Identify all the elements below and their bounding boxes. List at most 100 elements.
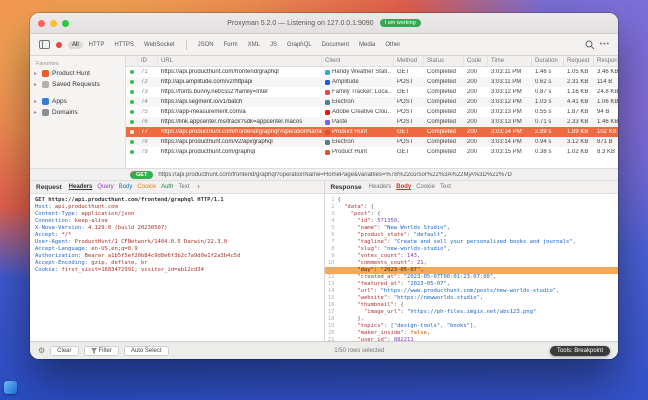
request-header-line: Content-Type: application/json xyxy=(35,211,319,218)
add-tab-icon[interactable]: + xyxy=(196,184,200,191)
chevron-right-icon: ▸ xyxy=(34,109,39,116)
request-tab-query[interactable]: Query xyxy=(97,184,113,190)
filter-button[interactable]: Filter xyxy=(84,346,119,356)
chevron-right-icon: ▸ xyxy=(34,81,39,88)
sidebar-item-domains[interactable]: ▸Domains xyxy=(30,107,125,118)
filter-chip-graphql[interactable]: GraphQL xyxy=(283,41,316,49)
minimize-button[interactable] xyxy=(50,20,57,27)
filter-chip-websocket[interactable]: WebSocket xyxy=(140,41,179,49)
sidebar-item-saved-requests[interactable]: ▸Saved Requests xyxy=(30,79,125,90)
filter-chip-other[interactable]: Other xyxy=(381,41,404,49)
response-json-line: 20 "maker_inside": false, xyxy=(325,330,619,337)
column-header-client[interactable]: Client xyxy=(322,56,394,66)
response-tab-body[interactable]: Body xyxy=(396,184,411,190)
request-tab-body[interactable]: Body xyxy=(119,184,133,190)
table-row[interactable]: 72http://api.amplitude.com/v2/httpapiAmp… xyxy=(126,77,618,87)
json-token: "product_state" xyxy=(357,232,407,238)
filter-chip-media[interactable]: Media xyxy=(355,41,379,49)
client-app-icon xyxy=(325,80,330,85)
column-header-request[interactable]: Request xyxy=(564,56,594,66)
search-icon[interactable] xyxy=(584,40,596,50)
filter-chip-json[interactable]: JSON xyxy=(194,41,218,49)
response-tab-cookie[interactable]: Cookie xyxy=(416,184,435,190)
filter-chip-js[interactable]: JS xyxy=(266,41,281,49)
filter-chip-document[interactable]: Document xyxy=(318,41,353,49)
tools-badge[interactable]: Tools: Breakpoint xyxy=(550,346,610,356)
column-header-url[interactable]: URL xyxy=(158,56,322,66)
column-header-method[interactable]: Method xyxy=(394,56,424,66)
cell-time: 3:03:12 PM xyxy=(488,89,532,95)
filter-button-label: Filter xyxy=(99,348,112,354)
client-app-icon xyxy=(325,110,330,115)
table-row[interactable]: 71https://api.producthunt.com/frontend/g… xyxy=(126,67,618,77)
cell-status-dot xyxy=(126,110,138,114)
table-header: IDURLClientMethodStatusCodeTimeDurationR… xyxy=(126,56,618,67)
filter-chip-all[interactable]: All xyxy=(68,41,83,49)
close-button[interactable] xyxy=(38,20,45,27)
titlebar: Proxyman 5.2.0 — Listening on 127.0.0.1:… xyxy=(30,13,618,34)
cell-request: 1.16 KB xyxy=(564,89,594,95)
request-pane-header: Request HeadersQueryBodyCookieAuthText + xyxy=(30,181,324,194)
response-tab-headers[interactable]: Headers xyxy=(369,184,392,190)
column-header-time[interactable]: Time xyxy=(488,56,532,66)
header-key: Cookie: xyxy=(35,267,62,273)
settings-gear-icon[interactable]: ⚙ xyxy=(38,347,45,355)
request-tab-auth[interactable]: Auth xyxy=(161,184,173,190)
request-header-line: Connection: keep-alive xyxy=(35,218,319,225)
client-app-icon xyxy=(325,150,330,155)
cell-url: https://api.producthunt.com/graphql xyxy=(158,149,322,155)
sidebar-toggle-icon[interactable] xyxy=(38,40,50,50)
table-row[interactable]: 79https://api.producthunt.com/graphqlPro… xyxy=(126,147,618,157)
record-icon[interactable] xyxy=(56,42,62,48)
cell-code: 200 xyxy=(464,69,488,75)
request-header-line: Accept-Language: en-US,en;q=0.9 xyxy=(35,246,319,253)
header-value: gzip, deflate, br xyxy=(91,260,147,266)
clear-button[interactable]: Clear xyxy=(50,346,78,356)
column-header-status-dot xyxy=(126,56,138,66)
cell-method: POST xyxy=(394,109,424,115)
column-header-id[interactable]: ID xyxy=(138,56,158,66)
header-key: Connection: xyxy=(35,218,75,224)
column-header-duration[interactable]: Duration xyxy=(532,56,564,66)
table-row[interactable]: 74https://api.segment.io/v1/batchElectro… xyxy=(126,97,618,107)
more-options-icon[interactable]: ••• xyxy=(600,41,610,48)
filter-chip-form[interactable]: Form xyxy=(220,41,242,49)
cell-request: 4.41 KB xyxy=(564,99,594,105)
filter-chip-xml[interactable]: XML xyxy=(244,41,264,49)
table-row[interactable]: 75https://app-measurement.com/aAdobe Cre… xyxy=(126,107,618,117)
table-row[interactable]: 78https://api.producthunt.com/v2/api/gra… xyxy=(126,137,618,147)
client-name: Adobe Creative Clou… xyxy=(332,109,391,115)
table-row[interactable]: 73https://fonts.bunny.net/css2?family=In… xyxy=(126,87,618,97)
json-token: "featured_at" xyxy=(357,281,400,287)
table-row[interactable]: 77https://api.producthunt.com/frontend/g… xyxy=(126,127,618,137)
request-headers-view[interactable]: GET https://api.producthunt.com/frontend… xyxy=(30,194,324,341)
request-tab-text[interactable]: Text xyxy=(178,184,189,190)
column-header-response[interactable]: Response xyxy=(594,56,618,66)
json-token: "New Worlds Studio" xyxy=(384,225,447,231)
sidebar-item-product-hunt[interactable]: ▸Product Hunt xyxy=(30,68,125,79)
json-token: 143 xyxy=(407,253,417,259)
cell-code: 200 xyxy=(464,109,488,115)
column-header-code[interactable]: Code xyxy=(464,56,488,66)
dock-app-icon[interactable] xyxy=(4,381,17,394)
json-token xyxy=(338,288,358,294)
request-tab-headers[interactable]: Headers xyxy=(69,184,93,190)
green-status-dot-icon xyxy=(130,70,134,74)
table-row[interactable]: 76https://link.appcenter.ms/track?sdk=ap… xyxy=(126,117,618,127)
auto-select-button[interactable]: Auto Select xyxy=(124,346,169,356)
json-token: "books" xyxy=(447,323,470,329)
sidebar-item-apps[interactable]: ▸Apps xyxy=(30,96,125,107)
column-header-status[interactable]: Status xyxy=(424,56,464,66)
filter-chip-https[interactable]: HTTPS xyxy=(110,41,138,49)
response-tab-text[interactable]: Text xyxy=(440,184,451,190)
filter-chip-http[interactable]: HTTP xyxy=(85,41,109,49)
response-body-view[interactable]: 1{2 "data": {3 "post": {4 "id": 571350,5… xyxy=(325,194,619,341)
client-name: Product Hunt xyxy=(332,149,367,155)
zoom-button[interactable] xyxy=(62,20,69,27)
request-header-line: Cookie: first_visit=1683472991; visitor_… xyxy=(35,267,319,274)
response-json-line: 19 "topics": ["design-tools", "books"], xyxy=(325,323,619,330)
request-tab-cookie[interactable]: Cookie xyxy=(137,184,156,190)
json-token xyxy=(338,323,358,329)
green-status-dot-icon xyxy=(130,120,134,124)
json-code: "product_state": "default", xyxy=(338,232,447,239)
